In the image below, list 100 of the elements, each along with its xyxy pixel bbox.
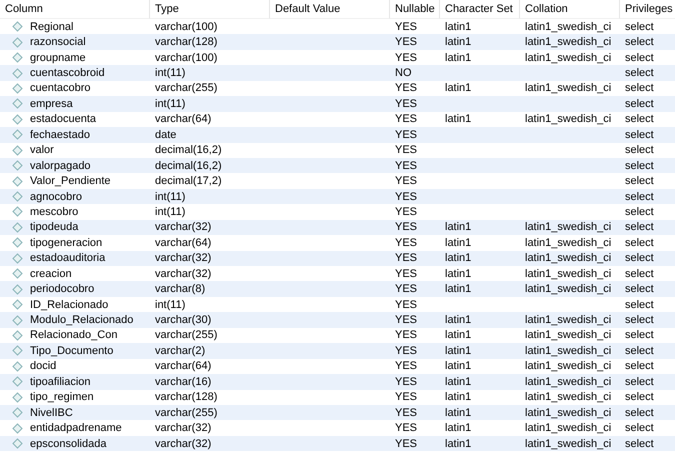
table-cell: cuentacobro [30, 82, 91, 94]
table-cell: int(11) [155, 298, 186, 311]
table-cell: select [625, 252, 654, 264]
table-cell: agnocobro [30, 190, 82, 203]
table-cell: latin1 [445, 52, 472, 64]
table-cell: select [625, 190, 654, 203]
table-cell: varchar(64) [155, 236, 212, 249]
table-cell: int(11) [155, 98, 186, 110]
table-cell: razonsocial [30, 36, 86, 48]
table-cell: tipogeneracion [30, 236, 102, 249]
diamond-icon [12, 206, 23, 218]
table-cell: YES [395, 283, 418, 296]
table-cell: varchar(64) [155, 360, 212, 372]
table-cell: NO [395, 67, 412, 80]
diamond-icon [12, 82, 23, 94]
table-cell: estadoauditoria [30, 252, 106, 264]
table-cell: groupname [30, 52, 86, 64]
table-cell: latin1 [445, 391, 472, 404]
table-cell: YES [395, 391, 418, 404]
table-cell: creacion [30, 268, 72, 280]
diamond-icon [12, 299, 23, 310]
table-cell: latin1_swedish_ci [525, 344, 612, 357]
table-cell: varchar(128) [155, 391, 218, 404]
table-cell: varchar(100) [155, 52, 218, 64]
table-cell: select [625, 268, 654, 280]
table-cell: select [625, 406, 654, 419]
table-cell: docid [30, 360, 56, 372]
table-cell: select [625, 221, 654, 234]
table-cell: valorpagado [30, 160, 91, 172]
table-cell: periodocobro [30, 283, 94, 296]
table-cell: latin1_swedish_ci [525, 252, 612, 264]
table-cell: YES [395, 36, 418, 48]
table-cell: Relacionado_Con [30, 329, 118, 342]
table-cell: Valor_Pendiente [30, 175, 111, 188]
table-cell: select [625, 20, 654, 33]
table-cell: YES [395, 98, 418, 110]
table-cell: select [625, 98, 654, 110]
table-cell: latin1 [445, 82, 472, 94]
table-cell: decimal(17,2) [155, 175, 222, 188]
table-cell: latin1 [445, 344, 472, 357]
table-cell: YES [395, 206, 418, 218]
table-cell: select [625, 175, 654, 188]
table-cell: latin1_swedish_ci [525, 113, 612, 126]
table-cell: select [625, 298, 654, 311]
table-cell: cuentascobroid [30, 67, 105, 80]
diamond-icon [12, 144, 23, 156]
table-cell: latin1_swedish_ci [525, 376, 612, 388]
table-cell: YES [395, 360, 418, 372]
table-cell: latin1 [445, 438, 472, 450]
diamond-icon [12, 268, 23, 280]
table-cell: entidadpadrename [30, 422, 122, 434]
table-cell: YES [395, 221, 418, 234]
table-cell: latin1_swedish_ci [525, 438, 612, 450]
table-cell: latin1 [445, 329, 472, 342]
table-cell: latin1_swedish_ci [525, 283, 612, 296]
table-cell: varchar(16) [155, 376, 212, 388]
table-cell: YES [395, 298, 418, 311]
table-cell: YES [395, 160, 418, 172]
table-cell: latin1_swedish_ci [525, 82, 612, 94]
table-cell: varchar(255) [155, 406, 218, 419]
table-cell: latin1 [445, 268, 472, 280]
table-cell: YES [395, 344, 418, 357]
diamond-icon [12, 360, 23, 372]
table-cell: select [625, 360, 654, 372]
table-cell: latin1 [445, 406, 472, 419]
table-cell: latin1 [445, 360, 472, 372]
table-cell: epsconsolidada [30, 438, 106, 450]
table-cell: varchar(8) [155, 283, 206, 296]
table-cell: select [625, 344, 654, 357]
table-cell: select [625, 160, 654, 172]
table-cell: int(11) [155, 190, 186, 203]
table-cell: latin1_swedish_ci [525, 268, 612, 280]
table-cell: YES [395, 406, 418, 419]
table-cell: decimal(16,2) [155, 160, 222, 172]
table-cell: select [625, 52, 654, 64]
table-cell: select [625, 422, 654, 434]
table-cell: Modulo_Relacionado [30, 314, 134, 326]
table-cell: YES [395, 82, 418, 94]
table-cell: latin1_swedish_ci [525, 360, 612, 372]
table-cell: latin1 [445, 36, 472, 48]
table-cell: select [625, 329, 654, 342]
table-cell: select [625, 144, 654, 156]
diamond-icon [12, 52, 23, 64]
table-cell: latin1 [445, 113, 472, 126]
table-cell: latin1_swedish_ci [525, 52, 612, 64]
table-cell: latin1 [445, 236, 472, 249]
table-cell: select [625, 391, 654, 404]
table-cell: latin1 [445, 283, 472, 296]
table-cell: YES [395, 113, 418, 126]
table-cell: YES [395, 376, 418, 388]
table-cell: select [625, 128, 654, 141]
table-cell: valor [30, 144, 54, 156]
table-cell: latin1 [445, 20, 472, 33]
table-cell: select [625, 438, 654, 450]
table-cell: select [625, 376, 654, 388]
table-cell: latin1_swedish_ci [525, 329, 612, 342]
table-cell: select [625, 82, 654, 94]
table-cell: tipo_regimen [30, 391, 94, 404]
table-cell: latin1_swedish_ci [525, 20, 612, 33]
table-cell: fechaestado [30, 128, 90, 141]
